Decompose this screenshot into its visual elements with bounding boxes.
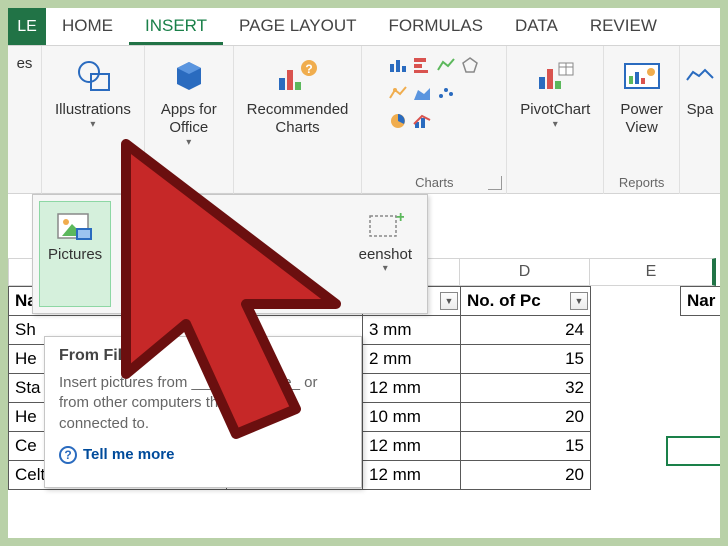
tab-insert[interactable]: INSERT: [129, 8, 223, 45]
column-header-e[interactable]: E: [590, 258, 716, 286]
tab-data[interactable]: DATA: [499, 8, 574, 45]
online-pictures-button[interactable]: Online Pictures: [111, 201, 183, 307]
file-tab[interactable]: LE: [8, 8, 46, 45]
recommended-charts-button[interactable]: ? Recommended Charts: [240, 50, 356, 142]
filter-button-pc[interactable]: ▼: [570, 292, 588, 310]
pictures-icon: [55, 206, 95, 244]
tooltip-body: Insert pictures from ___ur compute_ or f…: [59, 373, 347, 434]
pivotchart-icon: [534, 55, 576, 97]
area-chart-icon[interactable]: [411, 82, 433, 104]
svg-text:?: ?: [305, 62, 312, 76]
tab-review[interactable]: REVIEW: [574, 8, 673, 45]
tables-button[interactable]: es: [10, 50, 40, 78]
tab-formulas[interactable]: FORMULAS: [373, 8, 499, 45]
bar-chart-question-icon: ?: [277, 55, 319, 97]
ribbon: es Illustrations ▾ App: [8, 46, 720, 194]
pivotchart-button[interactable]: PivotChart ▾: [513, 50, 597, 136]
sparkline-icon: [679, 55, 720, 97]
combo-chart-icon[interactable]: [411, 110, 433, 132]
ribbon-tabs: LE HOME INSERT PAGE LAYOUT FORMULAS DATA…: [8, 8, 720, 46]
power-view-icon: [621, 55, 663, 97]
screenshot-icon: +: [365, 206, 405, 244]
filter-button-size[interactable]: ▼: [440, 292, 458, 310]
caret-icon: ▾: [90, 119, 95, 131]
tooltip-title: From File: [59, 347, 347, 365]
reports-group-label: Reports: [619, 175, 665, 192]
apps-for-office-button[interactable]: Apps for Office ▾: [154, 50, 224, 154]
illustrations-button[interactable]: Illustrations ▾: [48, 50, 138, 136]
online-pictures-icon: [127, 206, 167, 244]
header-pc: No. of Pc▼: [461, 287, 591, 316]
stock-chart-icon[interactable]: [435, 54, 457, 76]
pie-chart-icon[interactable]: [387, 110, 409, 132]
charts-dialog-launcher[interactable]: [488, 176, 502, 190]
illustrations-dropdown: Pictures Online Pictures + eenshot ▾: [32, 194, 428, 314]
bar-chart-icon[interactable]: [411, 54, 433, 76]
tab-home[interactable]: HOME: [46, 8, 129, 45]
column-chart-icon[interactable]: [387, 54, 409, 76]
tooltip: From File Insert pictures from ___ur com…: [44, 336, 362, 488]
power-view-button[interactable]: Power View: [613, 50, 670, 142]
help-icon: ?: [59, 446, 77, 464]
apps-icon: [168, 55, 210, 97]
svg-text:+: +: [396, 209, 404, 226]
shapes-icon: [72, 55, 114, 97]
screenshot-button[interactable]: + eenshot ▾: [350, 201, 421, 307]
right-table-header: Nar: [680, 286, 720, 316]
active-cell[interactable]: [666, 436, 720, 466]
tab-page-layout[interactable]: PAGE LAYOUT: [223, 8, 372, 45]
pictures-button[interactable]: Pictures: [39, 201, 111, 307]
line-chart-icon[interactable]: [387, 82, 409, 104]
charts-group-label: Charts: [415, 175, 453, 192]
scatter-chart-icon[interactable]: [435, 82, 457, 104]
tell-me-more-link[interactable]: ? Tell me more: [59, 446, 347, 464]
radar-chart-icon[interactable]: [459, 54, 481, 76]
column-header-d[interactable]: D: [460, 258, 590, 286]
